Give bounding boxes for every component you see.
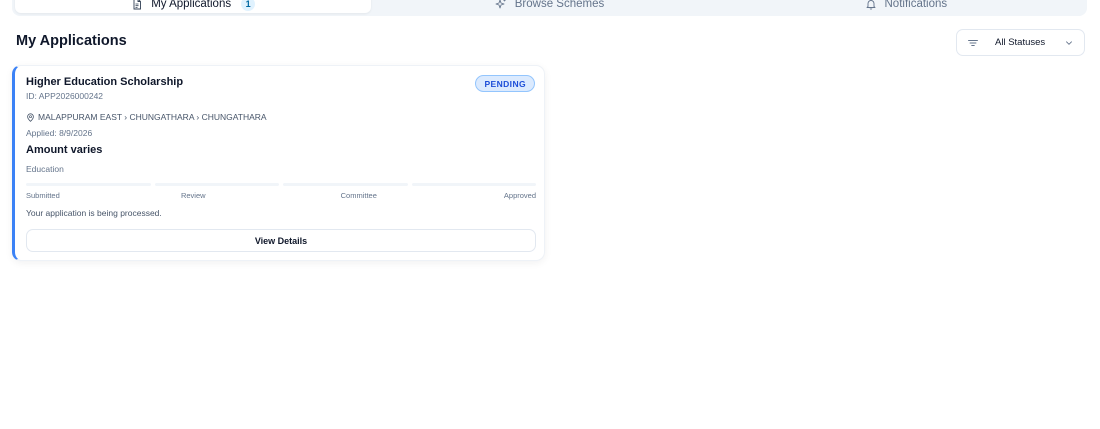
document-icon (131, 0, 143, 10)
progress-segment (411, 183, 536, 186)
map-pin-icon (26, 112, 35, 122)
bell-icon (865, 0, 877, 10)
tab-bar: My Applications 1 Browse Schemes Notific… (12, 0, 1087, 16)
application-category: Education (26, 164, 64, 174)
tab-count-badge: 1 (241, 0, 256, 11)
tab-label: Notifications (884, 0, 948, 10)
progress-segment (26, 183, 151, 186)
step-review: Review (180, 191, 206, 200)
filter-icon (967, 37, 979, 49)
view-details-button[interactable]: View Details (26, 229, 536, 252)
application-title: Higher Education Scholarship (26, 76, 184, 88)
step-committee: Committee (340, 191, 377, 200)
status-progress-bar (26, 183, 536, 186)
application-amount: Amount varies (26, 144, 103, 156)
step-submitted: Submitted (26, 191, 60, 200)
tab-label: Browse Schemes (514, 0, 605, 10)
progress-segment (283, 183, 408, 186)
progress-steps: Submitted Review Committee Approved (26, 191, 536, 200)
page-title: My Applications (16, 33, 127, 49)
applied-date: Applied: 8/9/2026 (26, 128, 93, 138)
step-approved: Approved (503, 191, 536, 200)
progress-segment (154, 183, 279, 186)
sparkles-icon (495, 0, 507, 10)
tab-label: My Applications (151, 0, 232, 10)
location-text: MALAPPURAM EAST › CHUNGATHARA › CHUNGATH… (38, 112, 267, 122)
status-filter-select[interactable]: All Statuses (956, 29, 1085, 56)
application-card: Higher Education Scholarship ID: APP2026… (12, 65, 545, 261)
tab-my-applications[interactable]: My Applications 1 (15, 0, 372, 13)
tab-notifications[interactable]: Notifications (728, 0, 1084, 13)
chevron-down-icon (1064, 38, 1074, 48)
application-location: MALAPPURAM EAST › CHUNGATHARA › CHUNGATH… (26, 112, 267, 122)
application-status-message: Your application is being processed. (26, 208, 162, 218)
status-filter-value: All Statuses (995, 37, 1046, 48)
application-id: ID: APP2026000242 (26, 91, 104, 101)
tab-browse-schemes[interactable]: Browse Schemes (371, 0, 727, 13)
status-badge: PENDING (475, 75, 535, 92)
